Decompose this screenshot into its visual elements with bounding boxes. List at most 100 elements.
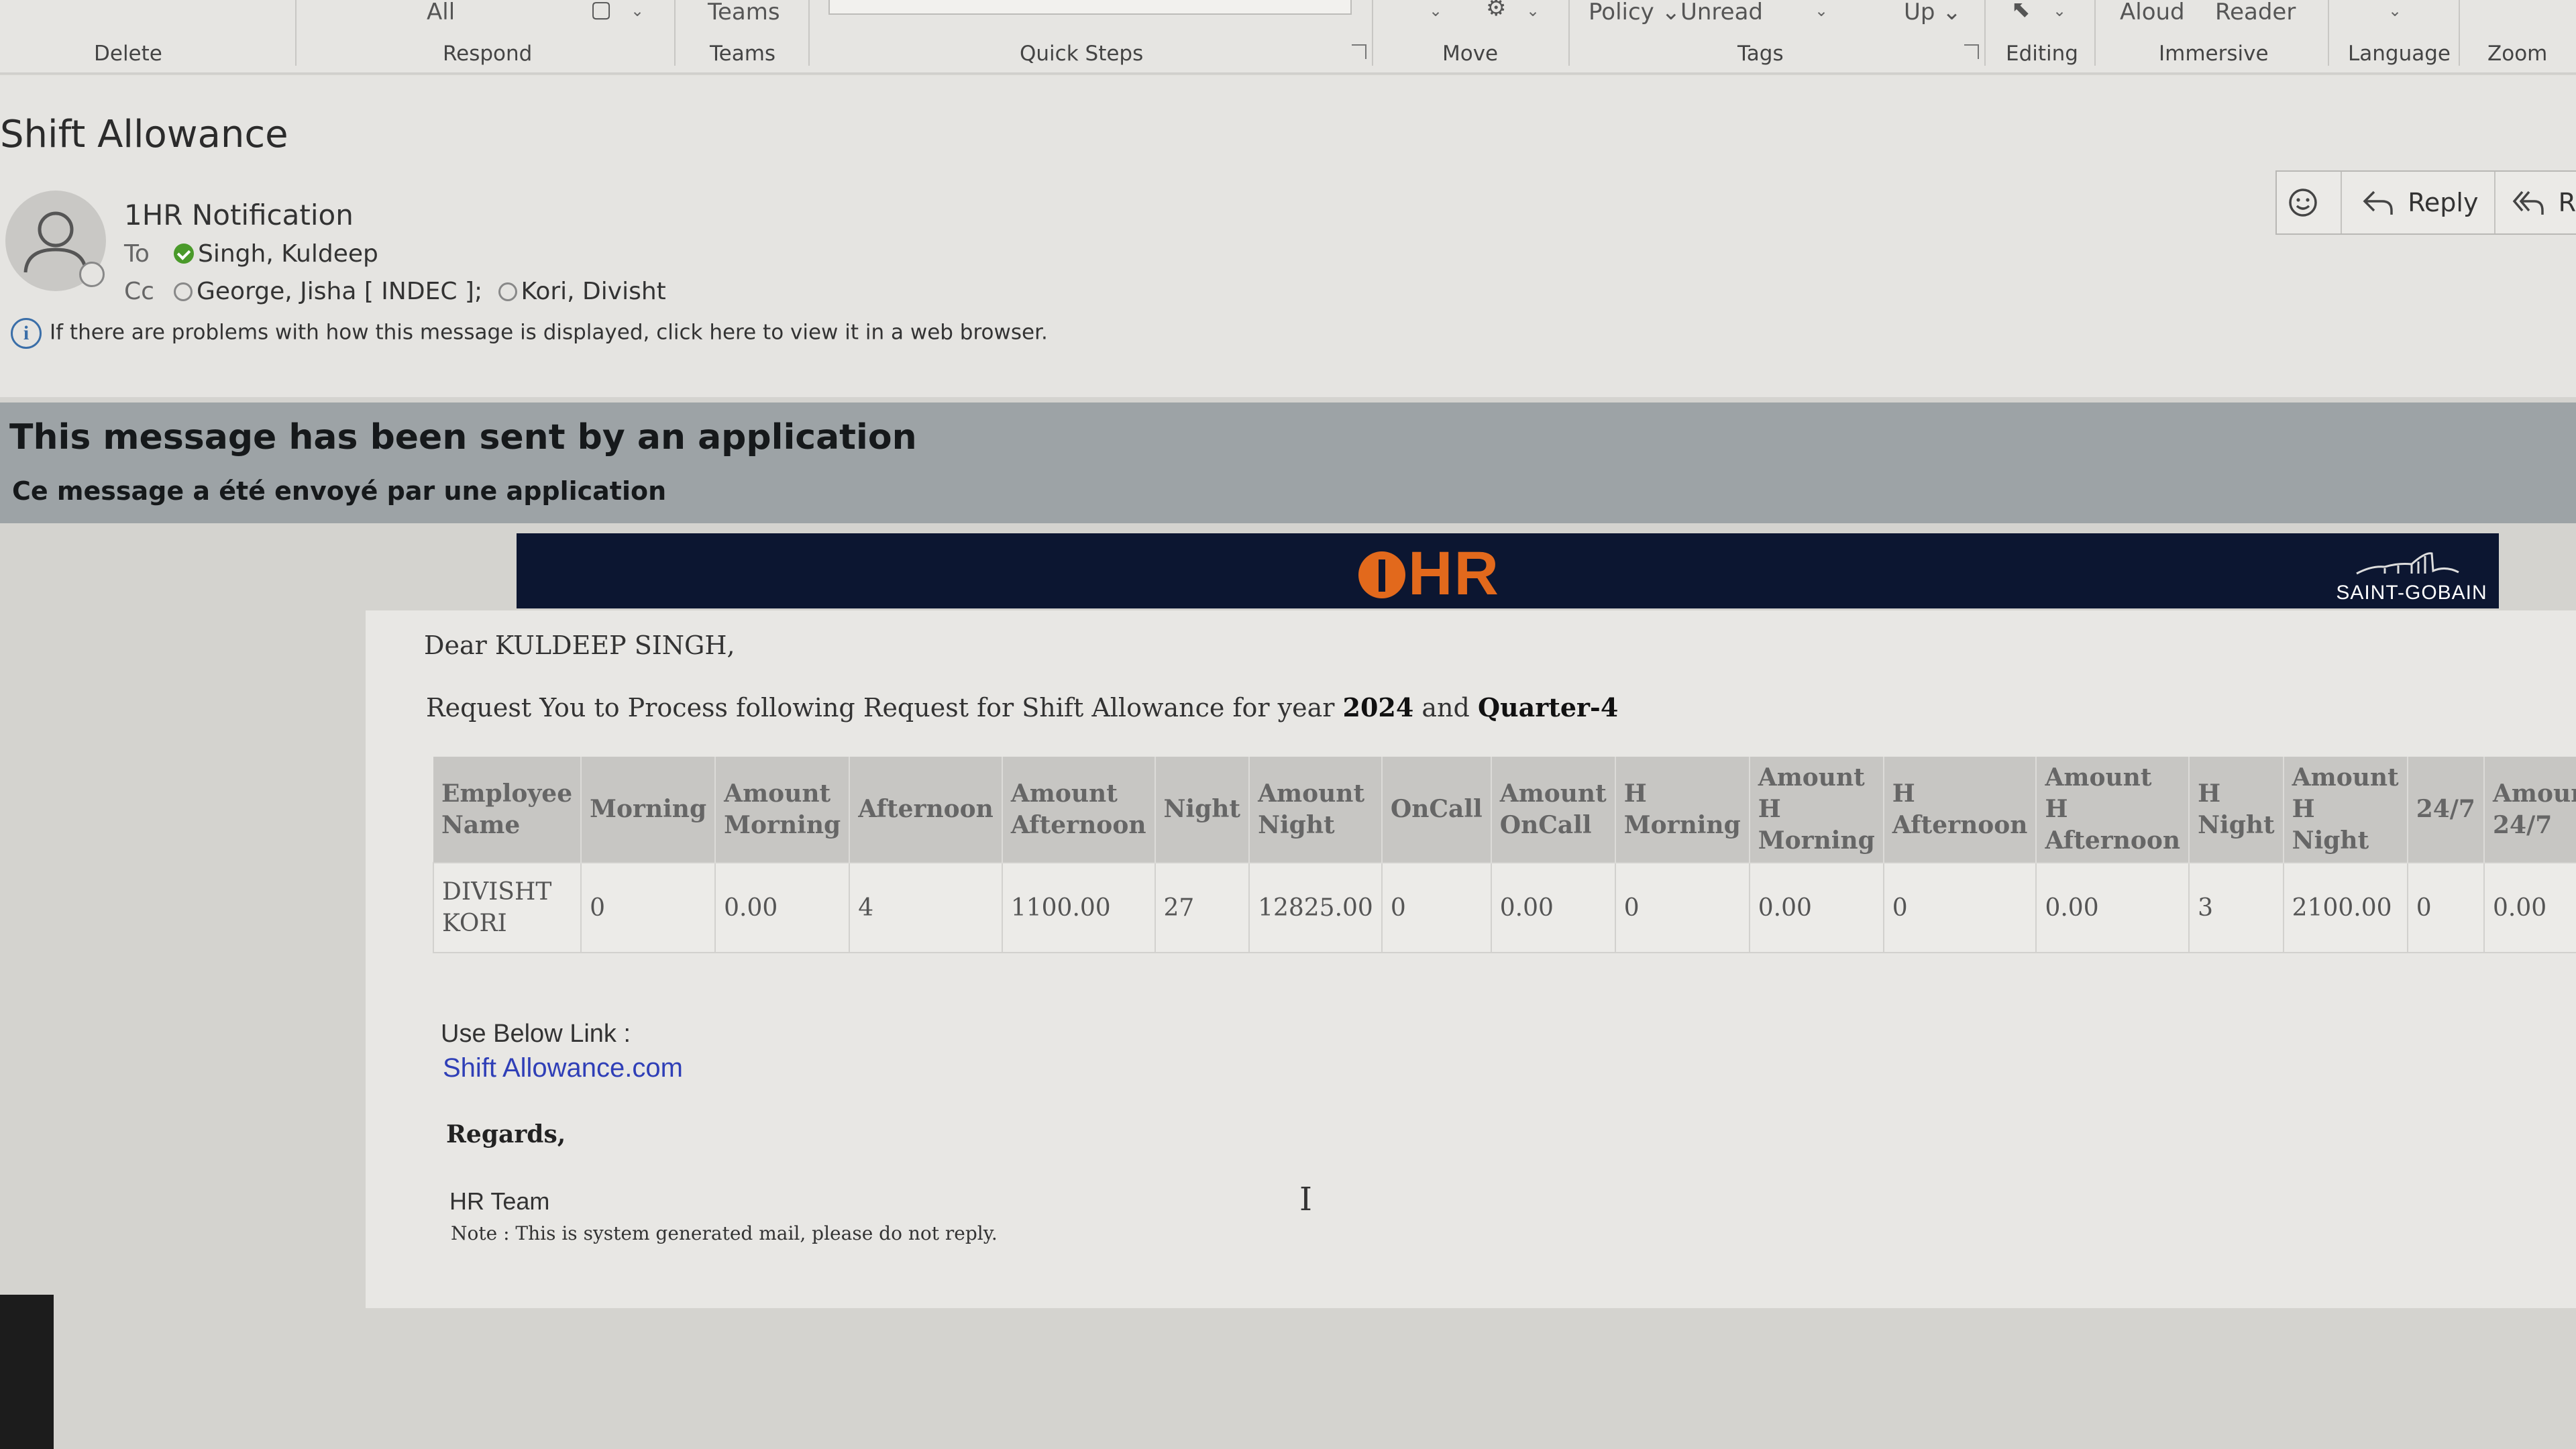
reply-all-button[interactable]: R — [2496, 172, 2576, 233]
column-header: H Night — [2189, 757, 2284, 863]
rules-icon[interactable]: ⚙ — [1486, 0, 1506, 21]
info-icon: i — [11, 318, 42, 349]
power-icon — [1358, 551, 1405, 598]
reply-button[interactable]: Reply — [2342, 172, 2496, 233]
group-separator — [1984, 0, 1986, 66]
assign-icon[interactable]: ▢ — [590, 0, 612, 23]
column-header: Amount H Morning — [1749, 757, 1884, 863]
table-cell: 27 — [1154, 862, 1250, 953]
table-cell: 0 — [1614, 862, 1750, 953]
shift-allowance-link[interactable]: Shift Allowance.com — [443, 1053, 683, 1083]
application-banner: This message has been sent by an applica… — [0, 402, 2576, 523]
request-quarter: Quarter-4 — [1477, 692, 1619, 722]
policy-button[interactable]: Policy ⌄ — [1589, 0, 1680, 25]
1hr-logo: HR — [1358, 539, 1500, 609]
to-label: To — [124, 240, 150, 268]
skyline-icon — [2356, 552, 2459, 575]
chevron-down-icon[interactable]: ⌄ — [631, 1, 644, 20]
hr-logo-text: HR — [1408, 539, 1500, 608]
table-cell: 0.00 — [2483, 862, 2576, 953]
sender-name[interactable]: 1HR Notification — [124, 199, 354, 231]
column-header: Amount Morning — [715, 757, 851, 863]
group-separator — [295, 0, 297, 66]
column-header: H Afternoon — [1883, 757, 2037, 863]
signature-team: HR Team — [449, 1187, 550, 1215]
text-cursor-icon: I — [1299, 1181, 1312, 1218]
tags-launcher-icon[interactable] — [1964, 44, 1979, 59]
reaction-button[interactable] — [2277, 172, 2343, 233]
chevron-down-icon[interactable]: ⌄ — [1429, 1, 1442, 20]
table-cell: 0.00 — [714, 862, 851, 953]
presence-available-icon — [174, 244, 194, 264]
column-header: Amount H Afternoon — [2036, 757, 2190, 863]
group-separator — [2459, 0, 2460, 66]
column-header: OnCall — [1381, 757, 1492, 863]
read-aloud-button[interactable]: Aloud — [2120, 0, 2185, 25]
column-header: Amount Afternoon — [1002, 757, 1156, 863]
group-label-move: Move — [1442, 42, 1499, 66]
chevron-down-icon[interactable]: ⌄ — [2053, 1, 2066, 20]
to-row: To Singh, Kuldeep — [124, 240, 378, 268]
group-label-quick-steps: Quick Steps — [1020, 42, 1144, 66]
to-recipient[interactable]: Singh, Kuldeep — [198, 240, 378, 268]
table-cell: 0.00 — [1748, 862, 1884, 953]
select-cursor-icon[interactable]: ⬉ — [2011, 0, 2031, 23]
column-header: Amount OnCall — [1491, 757, 1616, 863]
group-label-zoom: Zoom — [2487, 42, 2548, 66]
table-cell: 1100.00 — [1001, 862, 1156, 953]
unread-button[interactable]: Unread — [1680, 0, 1763, 25]
presence-unknown-icon — [498, 282, 517, 301]
column-header: Night — [1155, 757, 1250, 863]
chevron-down-icon[interactable]: ⌄ — [1526, 1, 1540, 20]
info-text[interactable]: If there are problems with how this mess… — [50, 321, 1048, 345]
table-cell: 0.00 — [1490, 862, 1616, 953]
quick-steps-launcher-icon[interactable] — [1352, 44, 1366, 59]
column-header: Amount Night — [1249, 757, 1383, 863]
column-header: Employee Name — [433, 757, 582, 863]
reply-all-label: R — [2558, 188, 2576, 217]
group-label-delete: Delete — [94, 42, 162, 66]
policy-label: Policy — [1589, 0, 1654, 25]
cc-recipient[interactable]: Kori, Divisht — [521, 278, 666, 305]
chevron-down-icon[interactable]: ⌄ — [2388, 1, 2402, 20]
screen-bezel — [0, 1295, 54, 1449]
message-header: Shift Allowance 1HR Notification To Singh… — [0, 75, 2576, 397]
view-in-browser-infobar[interactable]: i If there are problems with how this mes… — [11, 318, 1048, 349]
saint-gobain-logo: SAINT-GOBAIN — [2331, 539, 2492, 604]
follow-up-button[interactable]: Up ⌄ — [1904, 0, 1962, 25]
group-label-teams: Teams — [710, 42, 776, 66]
email-content: Dear KULDEEP SINGH, Request You to Proce… — [366, 610, 2576, 1308]
reply-arrow-icon — [2363, 191, 2393, 215]
message-actions: Reply R — [2275, 170, 2576, 235]
table-cell: 0 — [2406, 862, 2485, 953]
reply-all-icon — [2512, 191, 2544, 215]
teams-button[interactable]: Teams — [708, 0, 780, 25]
presence-unknown-icon — [174, 282, 193, 301]
message-subject: Shift Allowance — [0, 113, 288, 156]
group-separator — [808, 0, 810, 66]
group-separator — [1372, 0, 1373, 66]
shift-allowance-table: Employee Name Morning Amount Morning Aft… — [432, 757, 2576, 953]
group-separator — [1568, 0, 1570, 66]
table-cell: 0 — [1882, 862, 2037, 953]
banner-subtitle: Ce message a été envoyé par une applicat… — [12, 476, 667, 506]
table-cell: 12825.00 — [1248, 862, 1383, 953]
reply-label: Reply — [2408, 188, 2479, 217]
table-header-row: Employee Name Morning Amount Morning Aft… — [433, 757, 2576, 863]
system-note: Note : This is system generated mail, pl… — [451, 1222, 998, 1244]
column-header: H Morning — [1615, 757, 1750, 863]
cc-label: Cc — [124, 278, 154, 305]
column-header: 24/7 — [2407, 757, 2485, 863]
group-label-editing: Editing — [2006, 42, 2078, 66]
immersive-reader-button[interactable]: Reader — [2215, 0, 2296, 25]
column-header: Afternoon — [849, 757, 1003, 863]
table-row: DIVISHT KORI 0 0.00 4 1100.00 27 12825.0… — [432, 862, 2576, 953]
smiley-icon — [2288, 189, 2317, 217]
group-label-language: Language — [2348, 42, 2451, 66]
use-link-label: Use Below Link : — [441, 1020, 631, 1048]
all-button[interactable]: All — [427, 0, 455, 25]
cc-recipient[interactable]: George, Jisha [ INDEC ]; — [197, 278, 482, 305]
quick-steps-gallery[interactable] — [828, 0, 1352, 15]
chevron-down-icon[interactable]: ⌄ — [1815, 1, 1828, 20]
table-cell: 0 — [1381, 862, 1492, 953]
